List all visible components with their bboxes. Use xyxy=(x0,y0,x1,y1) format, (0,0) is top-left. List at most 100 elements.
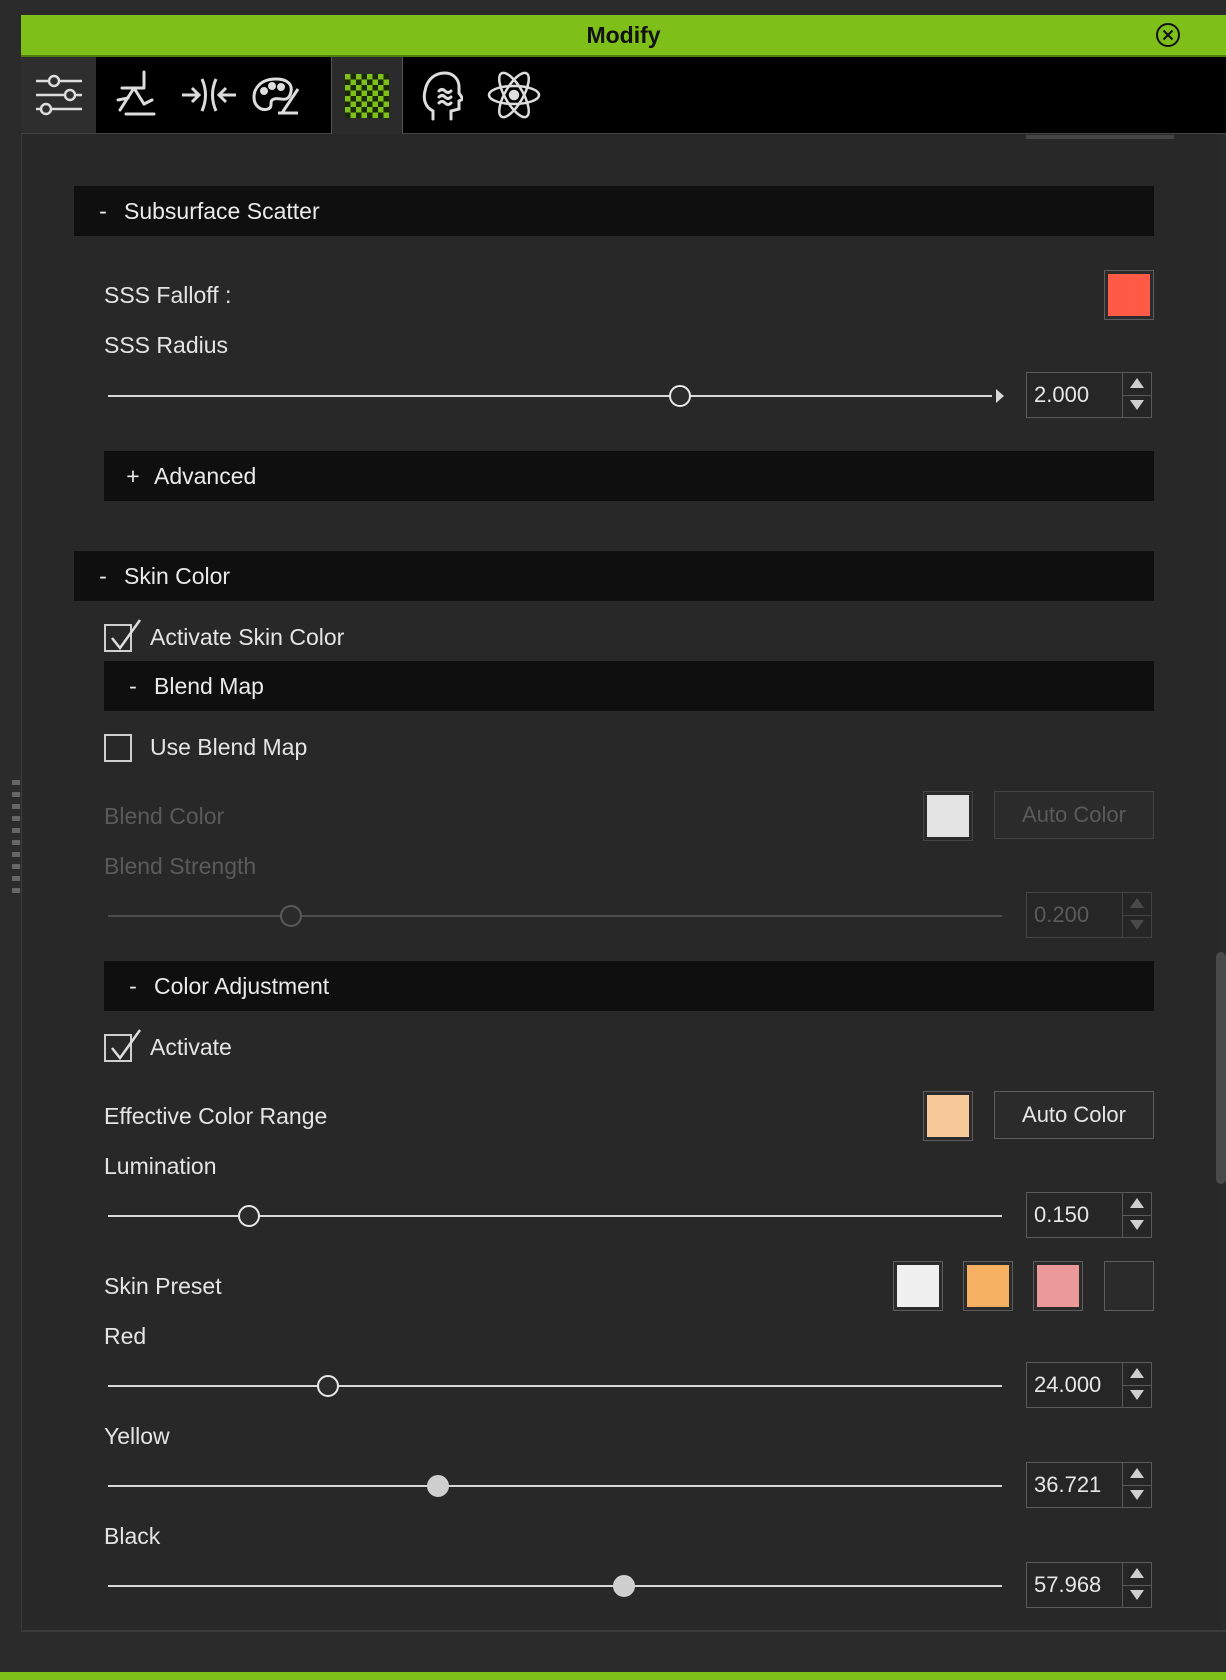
blend-color-swatch[interactable] xyxy=(923,791,973,841)
yellow-input[interactable] xyxy=(1027,1463,1123,1507)
blend-strength-spinbox xyxy=(1026,892,1152,938)
up-arrow-icon xyxy=(1130,378,1144,388)
down-arrow-icon xyxy=(1130,1220,1144,1230)
tab-appearance[interactable] xyxy=(246,57,306,133)
vertical-scrollbar[interactable] xyxy=(1216,952,1226,1184)
properties-panel[interactable]: - Subsurface Scatter SSS Falloff : SSS R… xyxy=(21,134,1226,1630)
down-arrow-icon xyxy=(1130,1390,1144,1400)
increment-button[interactable] xyxy=(1123,1463,1151,1486)
activate-skin-color-checkbox[interactable] xyxy=(104,619,142,652)
decrement-button[interactable] xyxy=(1123,1485,1151,1507)
sss-radius-spinbox xyxy=(1026,372,1152,418)
increment-button[interactable] xyxy=(1123,893,1151,916)
swatch-fill xyxy=(927,1095,969,1137)
tab-material[interactable] xyxy=(331,57,403,134)
red-track[interactable] xyxy=(108,1385,1002,1387)
section-title: Blend Map xyxy=(154,672,264,699)
increment-button[interactable] xyxy=(1123,1563,1151,1586)
decrement-button[interactable] xyxy=(1123,1385,1151,1407)
sss-radius-slider-handle[interactable] xyxy=(668,385,691,407)
decrement-button[interactable] xyxy=(1123,915,1151,937)
sliders-icon xyxy=(35,74,82,116)
title-bar[interactable]: Modify xyxy=(21,15,1226,57)
swatch-fill xyxy=(927,795,969,837)
pose-figure-icon xyxy=(116,70,156,116)
activate-color-adjustment-checkbox[interactable] xyxy=(104,1029,142,1062)
skin-color-header[interactable]: - Skin Color xyxy=(74,551,1154,601)
increment-button[interactable] xyxy=(1123,1363,1151,1386)
checkmark-icon xyxy=(111,619,142,651)
spin-buttons xyxy=(1122,1463,1151,1507)
blend-strength-input[interactable] xyxy=(1027,893,1123,937)
use-blend-map-checkbox[interactable] xyxy=(104,734,132,762)
collapse-symbol: - xyxy=(129,972,137,999)
sss-radius-input[interactable] xyxy=(1027,373,1123,417)
sss-falloff-label: SSS Falloff : xyxy=(104,282,232,308)
spin-buttons xyxy=(1122,1193,1151,1237)
lumination-label: Lumination xyxy=(104,1153,217,1179)
lumination-slider-handle[interactable] xyxy=(238,1205,261,1227)
tab-facial[interactable] xyxy=(406,57,476,133)
section-title: Skin Color xyxy=(124,562,231,589)
blend-auto-color-button[interactable]: Auto Color xyxy=(994,791,1154,839)
black-slider-handle[interactable] xyxy=(612,1575,635,1597)
close-icon[interactable] xyxy=(1155,22,1181,48)
tab-attributes[interactable] xyxy=(21,57,96,133)
atom-physics-icon xyxy=(487,71,540,119)
panel-bottom-border xyxy=(21,1630,1226,1632)
skin-preset-swatch[interactable] xyxy=(1033,1261,1083,1311)
auto-color-button[interactable]: Auto Color xyxy=(994,1091,1154,1139)
blend-strength-track[interactable] xyxy=(108,915,1002,917)
blend-strength-slider-handle[interactable] xyxy=(280,905,303,927)
yellow-slider-handle[interactable] xyxy=(426,1475,449,1497)
lumination-spinbox xyxy=(1026,1192,1152,1238)
advanced-header[interactable]: + Advanced xyxy=(104,451,1154,501)
decrement-button[interactable] xyxy=(1123,395,1151,417)
red-slider-handle[interactable] xyxy=(316,1375,339,1397)
collapse-symbol: - xyxy=(99,197,107,224)
lumination-input[interactable] xyxy=(1027,1193,1123,1237)
skin-preset-swatch[interactable] xyxy=(963,1261,1013,1311)
up-arrow-icon xyxy=(1130,1468,1144,1478)
panel-resize-grip[interactable] xyxy=(12,780,20,898)
subsurface-scatter-header[interactable]: - Subsurface Scatter xyxy=(74,186,1154,236)
increment-button[interactable] xyxy=(1123,373,1151,396)
bottom-accent-bar xyxy=(0,1672,1226,1680)
black-input[interactable] xyxy=(1027,1563,1123,1607)
checkmark-icon xyxy=(111,1029,142,1061)
blend-color-label: Blend Color xyxy=(104,803,225,829)
collapse-symbol: - xyxy=(99,562,107,589)
down-arrow-icon xyxy=(1130,1490,1144,1500)
spin-buttons xyxy=(1122,1563,1151,1607)
tab-morph[interactable] xyxy=(171,57,246,133)
blend-map-header[interactable]: - Blend Map xyxy=(104,661,1154,711)
up-arrow-icon xyxy=(1130,1568,1144,1578)
sss-radius-label: SSS Radius xyxy=(104,332,229,358)
sss-radius-track[interactable] xyxy=(108,395,992,397)
black-spinbox xyxy=(1026,1562,1152,1608)
previous-control-stub xyxy=(1026,135,1174,139)
effective-color-range-swatch[interactable] xyxy=(923,1091,973,1141)
yellow-track[interactable] xyxy=(108,1485,1002,1487)
tab-physics[interactable] xyxy=(476,57,551,133)
red-spinbox xyxy=(1026,1362,1152,1408)
skin-preset-swatch[interactable] xyxy=(1104,1261,1154,1311)
color-adjustment-header[interactable]: - Color Adjustment xyxy=(104,961,1154,1011)
red-input[interactable] xyxy=(1027,1363,1123,1407)
effective-color-range-label: Effective Color Range xyxy=(104,1103,328,1129)
black-track[interactable] xyxy=(108,1585,1002,1587)
decrement-button[interactable] xyxy=(1123,1215,1151,1237)
increment-button[interactable] xyxy=(1123,1193,1151,1216)
activate-skin-color-label: Activate Skin Color xyxy=(150,624,345,650)
skin-preset-swatch[interactable] xyxy=(893,1261,943,1311)
spin-buttons xyxy=(1122,893,1151,937)
swatch-fill xyxy=(1037,1265,1079,1307)
tab-pose[interactable] xyxy=(101,57,171,133)
down-arrow-icon xyxy=(1130,400,1144,410)
swatch-fill xyxy=(1108,1265,1150,1307)
decrement-button[interactable] xyxy=(1123,1585,1151,1607)
blend-strength-label: Blend Strength xyxy=(104,853,257,879)
spin-buttons xyxy=(1122,373,1151,417)
use-blend-map-label: Use Blend Map xyxy=(150,734,308,760)
sss-falloff-color-swatch[interactable] xyxy=(1104,270,1154,320)
